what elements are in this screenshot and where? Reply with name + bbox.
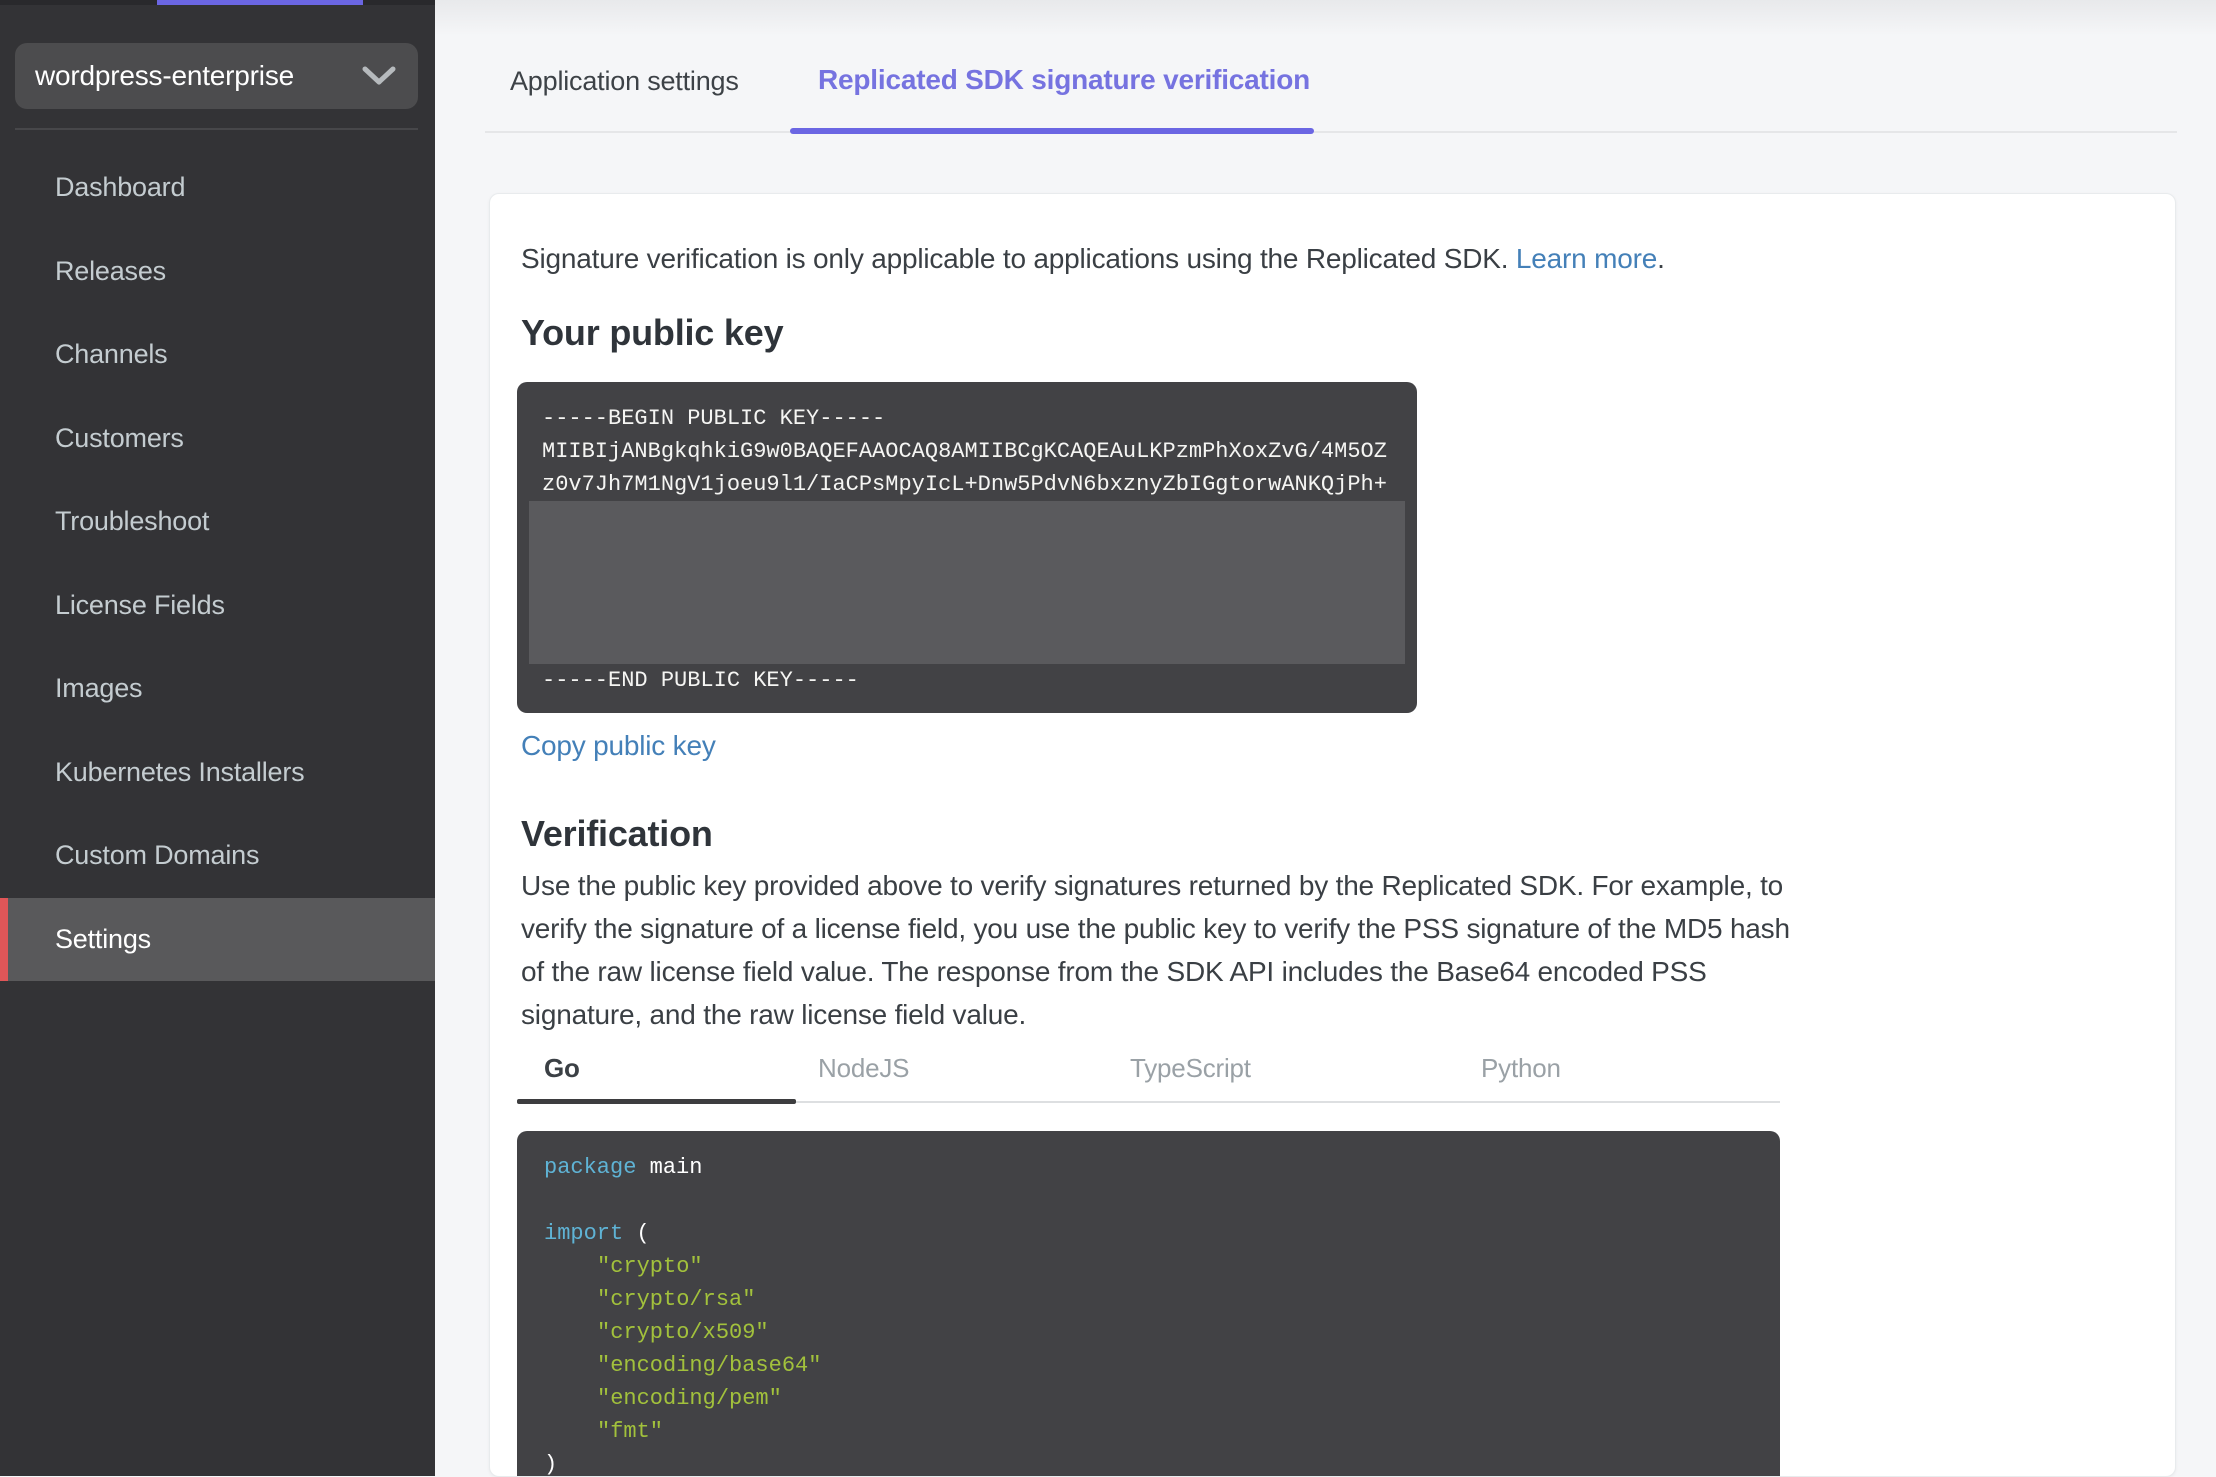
code-line: ) (544, 1452, 558, 1477)
copy-public-key-link[interactable]: Copy public key (521, 730, 716, 762)
code-line: package main (544, 1155, 703, 1180)
code-line: "crypto/x509" (597, 1320, 769, 1345)
sidebar-item-label: Custom Domains (55, 840, 260, 871)
intro-suffix: . (1657, 243, 1665, 274)
verification-heading: Verification (521, 813, 713, 854)
code-line: "crypto/rsa" (597, 1287, 756, 1312)
sidebar-item-settings[interactable]: Settings (0, 897, 435, 981)
sidebar-item-customers[interactable]: Customers (0, 397, 435, 481)
code-line: "crypto" (597, 1254, 703, 1279)
active-code-tab-underline (517, 1099, 796, 1104)
sidebar-item-label: Dashboard (55, 172, 186, 203)
sidebar-item-troubleshoot[interactable]: Troubleshoot (0, 480, 435, 564)
settings-card: Signature verification is only applicabl… (489, 193, 2176, 1477)
sidebar-item-license-fields[interactable]: License Fields (0, 564, 435, 648)
sidebar-item-label: License Fields (55, 589, 225, 620)
code-line: import ( (544, 1221, 650, 1246)
verification-description: Use the public key provided above to ver… (521, 870, 1790, 1030)
intro-sentence: Signature verification is only applicabl… (521, 243, 1516, 274)
code-line: "fmt" (597, 1419, 664, 1444)
sidebar-item-label: Settings (55, 923, 151, 954)
sidebar-item-label: Customers (55, 422, 184, 453)
public-key-heading: Your public key (521, 312, 784, 353)
tab-application-settings[interactable]: Application settings (510, 66, 739, 97)
sidebar-item-dashboard[interactable]: Dashboard (0, 146, 435, 230)
sidebar-item-label: Images (55, 673, 143, 704)
code-tab-go[interactable]: Go (544, 1053, 580, 1084)
sidebar-item-images[interactable]: Images (0, 647, 435, 731)
public-key-block: -----BEGIN PUBLIC KEY----- MIIBIjANBgkqh… (517, 382, 1417, 713)
sidebar: wordpress-enterprise Dashboard Releases … (0, 5, 435, 1476)
main-top-fade (435, 0, 2216, 36)
key-line: z0v7Jh7M1NgV1joeu9l1/IaCPsMpyIcL+Dnw5Pdv… (542, 472, 1387, 497)
sidebar-item-label: Kubernetes Installers (55, 756, 305, 787)
sidebar-item-label: Releases (55, 255, 166, 286)
code-tab-nodejs[interactable]: NodeJS (818, 1053, 910, 1084)
sidebar-item-channels[interactable]: Channels (0, 313, 435, 397)
code-tab-python[interactable]: Python (1481, 1053, 1561, 1084)
intro-text: Signature verification is only applicabl… (521, 240, 1665, 278)
learn-more-link[interactable]: Learn more (1516, 243, 1657, 274)
sidebar-item-custom-domains[interactable]: Custom Domains (0, 814, 435, 898)
key-redacted-area (529, 501, 1405, 664)
key-begin-line: -----BEGIN PUBLIC KEY----- (542, 406, 886, 431)
app-selector-dropdown[interactable]: wordpress-enterprise (15, 43, 418, 109)
active-tab-underline (790, 128, 1314, 134)
sidebar-nav: Dashboard Releases Channels Customers Tr… (0, 146, 435, 981)
code-line: "encoding/base64" (597, 1353, 822, 1378)
sidebar-item-label: Troubleshoot (55, 506, 210, 537)
code-tab-typescript[interactable]: TypeScript (1130, 1053, 1251, 1084)
go-code-block: package main import ( "crypto" "crypto/r… (517, 1131, 1780, 1477)
app-selector-value: wordpress-enterprise (35, 60, 294, 91)
sidebar-divider (15, 128, 418, 130)
tabbar-divider (485, 131, 2177, 133)
chevron-down-icon (362, 66, 396, 85)
key-line: MIIBIjANBgkqhkiG9w0BAQEFAAOCAQ8AMIIBCgKC… (542, 439, 1387, 464)
tab-sdk-signature-verification[interactable]: Replicated SDK signature verification (818, 64, 1310, 96)
key-end-line: -----END PUBLIC KEY----- (542, 668, 859, 693)
sidebar-item-releases[interactable]: Releases (0, 230, 435, 314)
sidebar-item-label: Channels (55, 339, 168, 370)
sidebar-item-kubernetes-installers[interactable]: Kubernetes Installers (0, 731, 435, 815)
code-line: "encoding/pem" (597, 1386, 782, 1411)
